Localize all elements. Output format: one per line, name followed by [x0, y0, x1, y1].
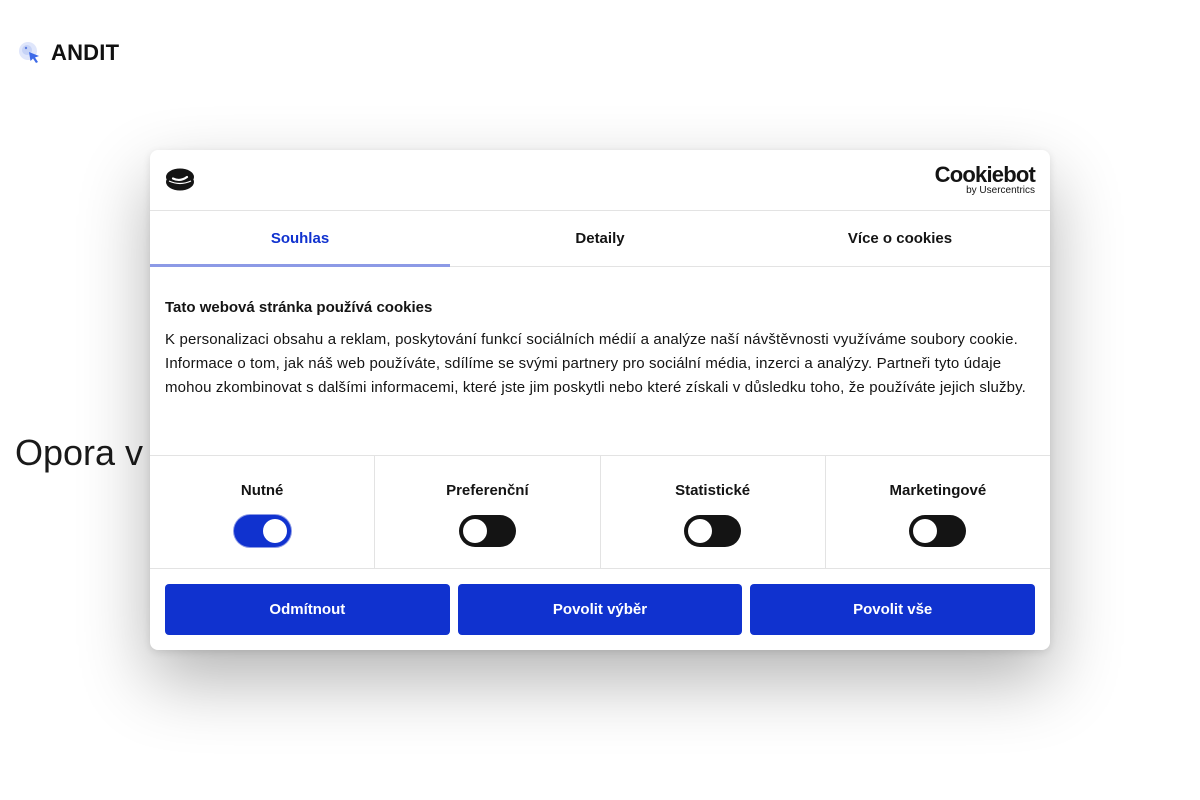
toggle-statisticke[interactable] — [684, 515, 742, 547]
toggle-marketingove[interactable] — [909, 515, 967, 547]
site-brand[interactable]: ANDIT — [51, 40, 119, 66]
cookiebot-brand[interactable]: Cookiebot by Usercentrics — [934, 162, 1036, 197]
hero-heading: Opora v — [15, 432, 144, 473]
tab-detaily[interactable]: Detaily — [450, 211, 750, 266]
toggle-nutne[interactable] — [233, 515, 291, 547]
toggle-label-marketingove: Marketingové — [889, 482, 987, 499]
allow-selection-button[interactable]: Povolit výběr — [457, 584, 743, 635]
site-header: ANDIT — [18, 38, 119, 68]
tab-souhlas[interactable]: Souhlas — [150, 211, 450, 267]
toggle-knob — [262, 519, 287, 543]
toggle-label-statisticke: Statistické — [675, 482, 751, 499]
tab-vice-o-cookies[interactable]: Více o cookies — [750, 211, 1050, 266]
cookie-consent-dialog: Cookiebot by Usercentrics Souhlas Detail… — [150, 150, 1050, 650]
toggle-preferencni[interactable] — [458, 515, 516, 547]
cookiebot-logo-icon — [165, 167, 195, 196]
allow-all-button[interactable]: Povolit vše — [750, 584, 1036, 635]
consent-description: K personalizaci obsahu a reklam, poskyto… — [165, 331, 1026, 396]
consent-toggles: Nutné Preferenční Statistické Marketingo… — [150, 456, 1050, 569]
toggle-knob — [688, 519, 713, 543]
dialog-header: Cookiebot by Usercentrics — [150, 150, 1050, 211]
cookiebot-brand-name: Cookiebot — [934, 162, 1036, 187]
toggle-cell-marketingove: Marketingové — [826, 456, 1050, 568]
toggle-cell-preferencni: Preferenční — [375, 456, 601, 568]
dialog-tabs: Souhlas Detaily Více o cookies — [150, 211, 1050, 267]
reject-button[interactable]: Odmítnout — [165, 584, 450, 635]
toggle-knob — [913, 519, 938, 543]
toggle-cell-nutne: Nutné — [150, 456, 376, 568]
toggle-label-preferencni: Preferenční — [446, 482, 529, 499]
consent-title: Tato webová stránka používá cookies — [165, 299, 433, 316]
consent-buttons: Odmítnout Povolit výběr Povolit vše — [150, 569, 1050, 650]
cursor-sparkle-icon[interactable] — [18, 41, 42, 65]
toggle-knob — [462, 519, 487, 543]
toggle-cell-statisticke: Statistické — [601, 456, 826, 568]
consent-content: Tato webová stránka používá cookies K pe… — [150, 267, 1050, 456]
toggle-label-nutne: Nutné — [240, 482, 284, 499]
